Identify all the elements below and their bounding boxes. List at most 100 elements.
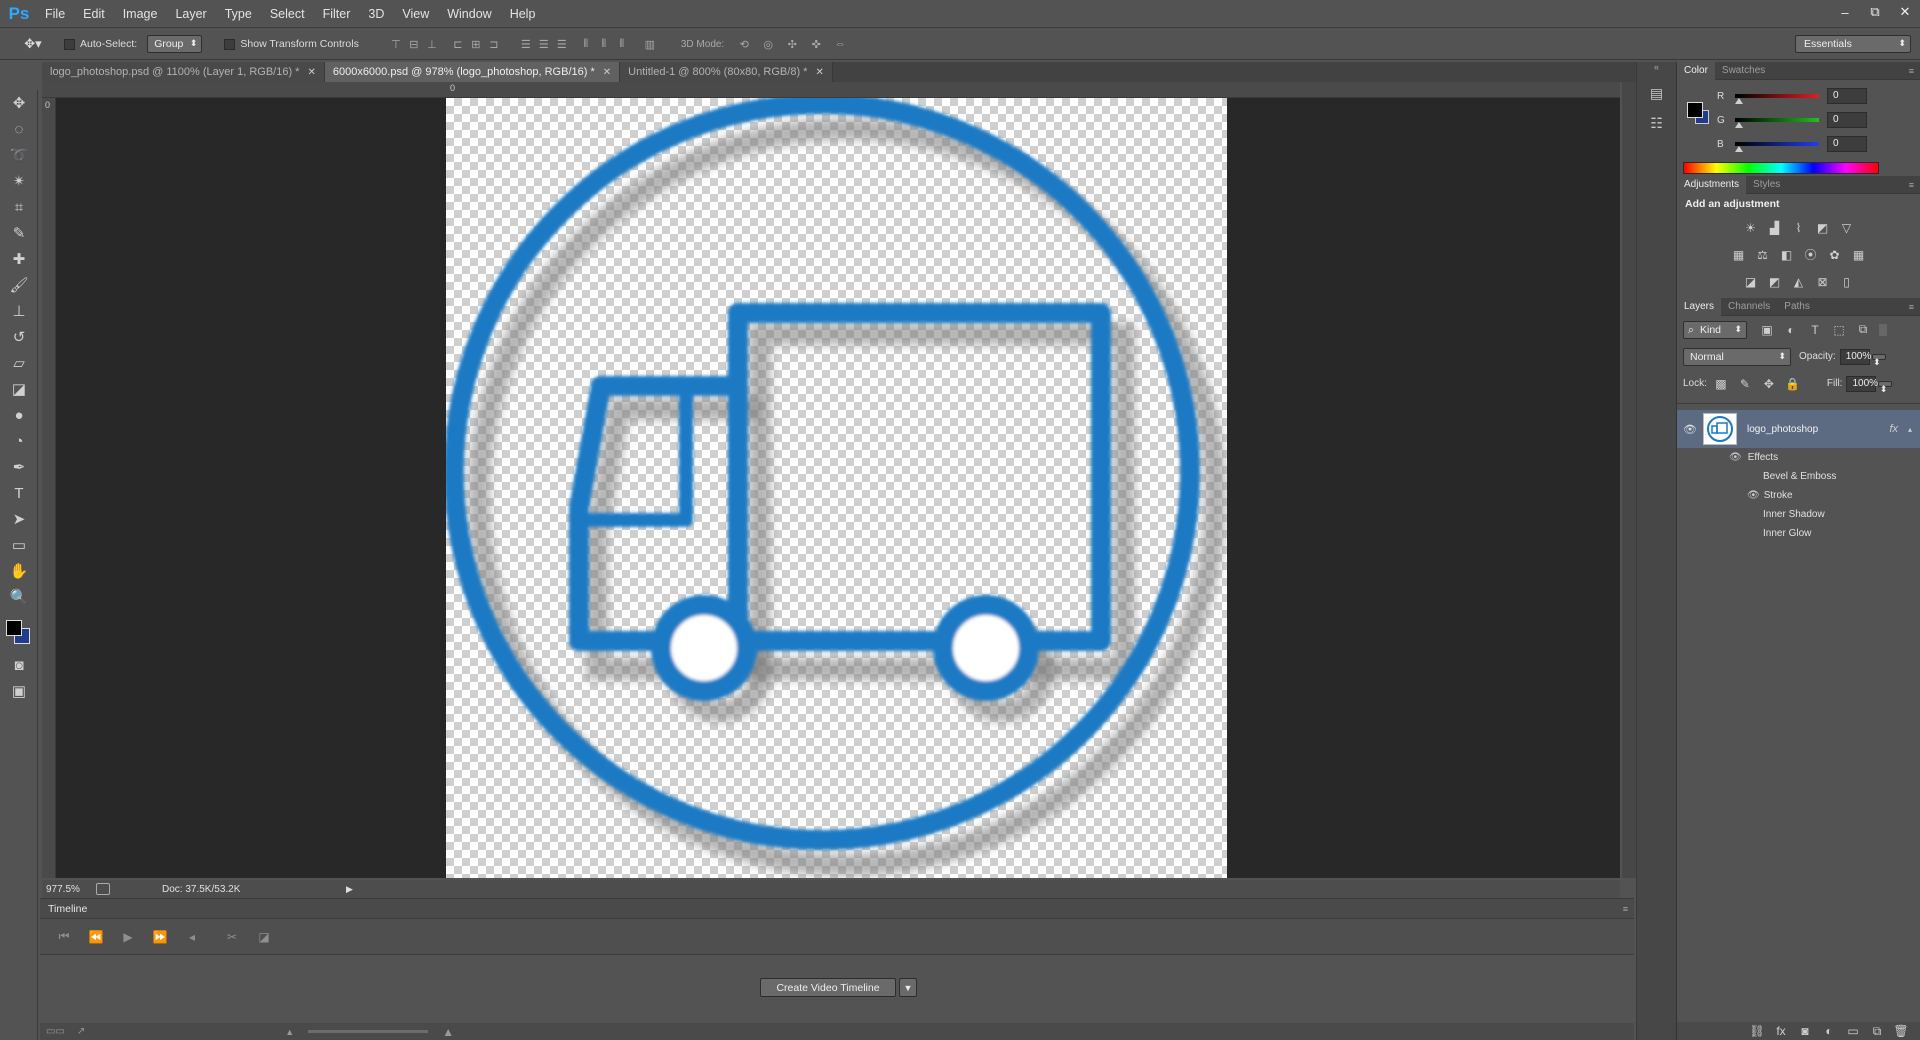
filter-adjustment-icon[interactable]: ◐ — [1779, 323, 1803, 337]
layer-effects-row[interactable]: 👁 Effects — [1677, 448, 1920, 467]
move-tool-preset-icon[interactable]: ✥▾ — [18, 35, 48, 53]
brush-tool-icon[interactable]: 🖌 — [0, 272, 38, 298]
clone-stamp-tool-icon[interactable]: ⊥ — [0, 298, 38, 324]
timeline-menu-icon[interactable]: ≡ — [1623, 904, 1628, 914]
new-group-icon[interactable]: ▭ — [1841, 1024, 1865, 1038]
zoom-in-mountain-icon[interactable]: ▲ — [442, 1025, 454, 1039]
stroke-eye-icon[interactable]: 👁 — [1747, 490, 1760, 501]
layer-visibility-eye-icon[interactable]: 👁 — [1677, 423, 1703, 436]
lasso-tool-icon[interactable]: ➰ — [0, 142, 38, 168]
filter-smart-object-icon[interactable]: ⧉ — [1851, 322, 1875, 337]
create-timeline-dropdown-icon[interactable]: ▼ — [899, 978, 917, 997]
tab-close-icon[interactable]: ✕ — [815, 67, 823, 78]
path-selection-tool-icon[interactable]: ➤ — [0, 506, 38, 532]
gradient-map-icon[interactable]: ▯ — [1835, 275, 1859, 289]
kind-filter-dropdown[interactable]: ⌕ Kind — [1683, 320, 1747, 339]
blur-tool-icon[interactable]: ● — [0, 402, 38, 428]
distribute-left-icon[interactable]: ⫴ — [577, 35, 595, 53]
adjustments-panel-menu-icon[interactable]: ≡ — [1909, 180, 1914, 190]
align-bottom-icon[interactable]: ⊥ — [423, 35, 441, 53]
opacity-dropdown[interactable] — [1871, 353, 1886, 368]
filter-toggle-switch[interactable] — [1879, 323, 1887, 336]
curves-icon[interactable]: ⌇ — [1787, 221, 1811, 235]
link-layers-icon[interactable]: ⛓ — [1745, 1024, 1769, 1038]
paint-bucket-tool-icon[interactable]: ◪ — [0, 376, 38, 402]
screen-mode-icon[interactable]: ▣ — [0, 678, 38, 704]
tab-layers[interactable]: Layers — [1677, 297, 1722, 316]
marquee-tool-icon[interactable]: ◌ — [0, 116, 38, 142]
color-lookup-icon[interactable]: ▦ — [1847, 248, 1871, 262]
filter-pixel-icon[interactable]: ▣ — [1755, 323, 1779, 337]
quick-mask-icon[interactable]: ◙ — [0, 652, 38, 678]
3d-pan-icon[interactable]: ✣ — [780, 35, 804, 53]
distribute-hcenter-icon[interactable]: ⫴ — [595, 35, 613, 53]
menu-window[interactable]: Window — [438, 0, 500, 28]
tab-swatches[interactable]: Swatches — [1715, 62, 1772, 80]
auto-select-option[interactable]: Auto-Select: — [64, 38, 137, 50]
transform-controls-checkbox[interactable] — [224, 38, 236, 50]
menu-help[interactable]: Help — [501, 0, 545, 28]
timeline-frames-icon[interactable]: ▭▭ — [46, 1026, 65, 1037]
zoom-tool-icon[interactable]: 🔍 — [0, 584, 38, 610]
brightness-contrast-icon[interactable]: ☀ — [1739, 221, 1763, 235]
layer-effects-toggle-icon[interactable]: ▴ — [1908, 425, 1912, 434]
next-frame-icon[interactable]: ⏩ — [144, 930, 176, 944]
previous-frame-icon[interactable]: ⏪ — [80, 930, 112, 944]
zoom-level[interactable]: 977.5% — [46, 884, 82, 895]
zoom-out-mountain-icon[interactable]: ▲ — [285, 1027, 294, 1037]
close-button[interactable]: ✕ — [1890, 0, 1920, 24]
lock-all-icon[interactable]: 🔒 — [1781, 377, 1805, 391]
menu-layer[interactable]: Layer — [166, 0, 215, 28]
green-slider[interactable] — [1735, 118, 1819, 128]
distribute-top-icon[interactable]: ☰ — [517, 35, 535, 53]
tab-close-icon[interactable]: ✕ — [307, 67, 315, 78]
align-left-icon[interactable]: ⊏ — [449, 35, 467, 53]
color-spectrum-bar[interactable] — [1683, 162, 1879, 174]
eyedropper-tool-icon[interactable]: ✎ — [0, 220, 38, 246]
align-right-icon[interactable]: ⊐ — [485, 35, 503, 53]
layer-row-logo-photoshop[interactable]: 👁 logo_photoshop fx ▴ — [1677, 410, 1920, 448]
distribute-right-icon[interactable]: ⫴ — [613, 35, 631, 53]
menu-3d[interactable]: 3D — [359, 0, 393, 28]
tab-close-icon[interactable]: ✕ — [603, 67, 611, 78]
menu-filter[interactable]: Filter — [314, 0, 360, 28]
add-style-fx-icon[interactable]: fx — [1769, 1024, 1793, 1038]
effect-inner-glow[interactable]: Inner Glow — [1677, 524, 1920, 543]
menu-file[interactable]: File — [36, 0, 74, 28]
3d-scale-icon[interactable]: ⇔ — [828, 35, 852, 53]
layer-effects-fx-icon[interactable]: fx — [1889, 423, 1898, 435]
red-slider[interactable] — [1735, 94, 1819, 104]
color-fg-swatch[interactable] — [1687, 102, 1703, 118]
auto-align-icon[interactable]: ▥ — [641, 35, 659, 53]
magic-wand-tool-icon[interactable]: ✴ — [0, 168, 38, 194]
shape-tool-icon[interactable]: ▭ — [0, 532, 38, 558]
red-value[interactable]: 0 — [1827, 88, 1867, 104]
status-menu-arrow-icon[interactable]: ▶ — [346, 884, 353, 895]
transform-controls-option[interactable]: Show Transform Controls — [224, 38, 359, 50]
lock-transparent-icon[interactable]: ▩ — [1709, 377, 1733, 391]
blue-slider[interactable] — [1735, 142, 1819, 152]
distribute-bottom-icon[interactable]: ☰ — [553, 35, 571, 53]
menu-view[interactable]: View — [393, 0, 438, 28]
menu-edit[interactable]: Edit — [74, 0, 114, 28]
status-camera-icon[interactable] — [96, 883, 110, 895]
invert-icon[interactable]: ◪ — [1739, 275, 1763, 289]
dodge-tool-icon[interactable]: ◔ — [0, 428, 38, 454]
effect-stroke[interactable]: 👁 Stroke — [1677, 486, 1920, 505]
history-brush-tool-icon[interactable]: ↺ — [0, 324, 38, 350]
selective-color-icon[interactable]: ⊠ — [1811, 275, 1835, 289]
fill-dropdown[interactable] — [1878, 380, 1893, 395]
tab-6000x6000[interactable]: 6000x6000.psd @ 978% (logo_photoshop, RG… — [324, 62, 621, 82]
new-adjustment-icon[interactable]: ◐ — [1817, 1024, 1841, 1038]
color-balance-icon[interactable]: ⚖ — [1751, 248, 1775, 262]
timeline-zoom-slider[interactable] — [308, 1030, 429, 1033]
black-white-icon[interactable]: ◧ — [1775, 248, 1799, 262]
lock-position-icon[interactable]: ✥ — [1757, 377, 1781, 391]
tab-logo-photoshop[interactable]: logo_photoshop.psd @ 1100% (Layer 1, RGB… — [42, 62, 325, 82]
green-value[interactable]: 0 — [1827, 112, 1867, 128]
pen-tool-icon[interactable]: ✒ — [0, 454, 38, 480]
delete-layer-icon[interactable]: 🗑 — [1889, 1024, 1913, 1038]
exposure-icon[interactable]: ◩ — [1811, 221, 1835, 235]
lock-image-icon[interactable]: ✎ — [1733, 377, 1757, 391]
threshold-icon[interactable]: ◭ — [1787, 275, 1811, 289]
